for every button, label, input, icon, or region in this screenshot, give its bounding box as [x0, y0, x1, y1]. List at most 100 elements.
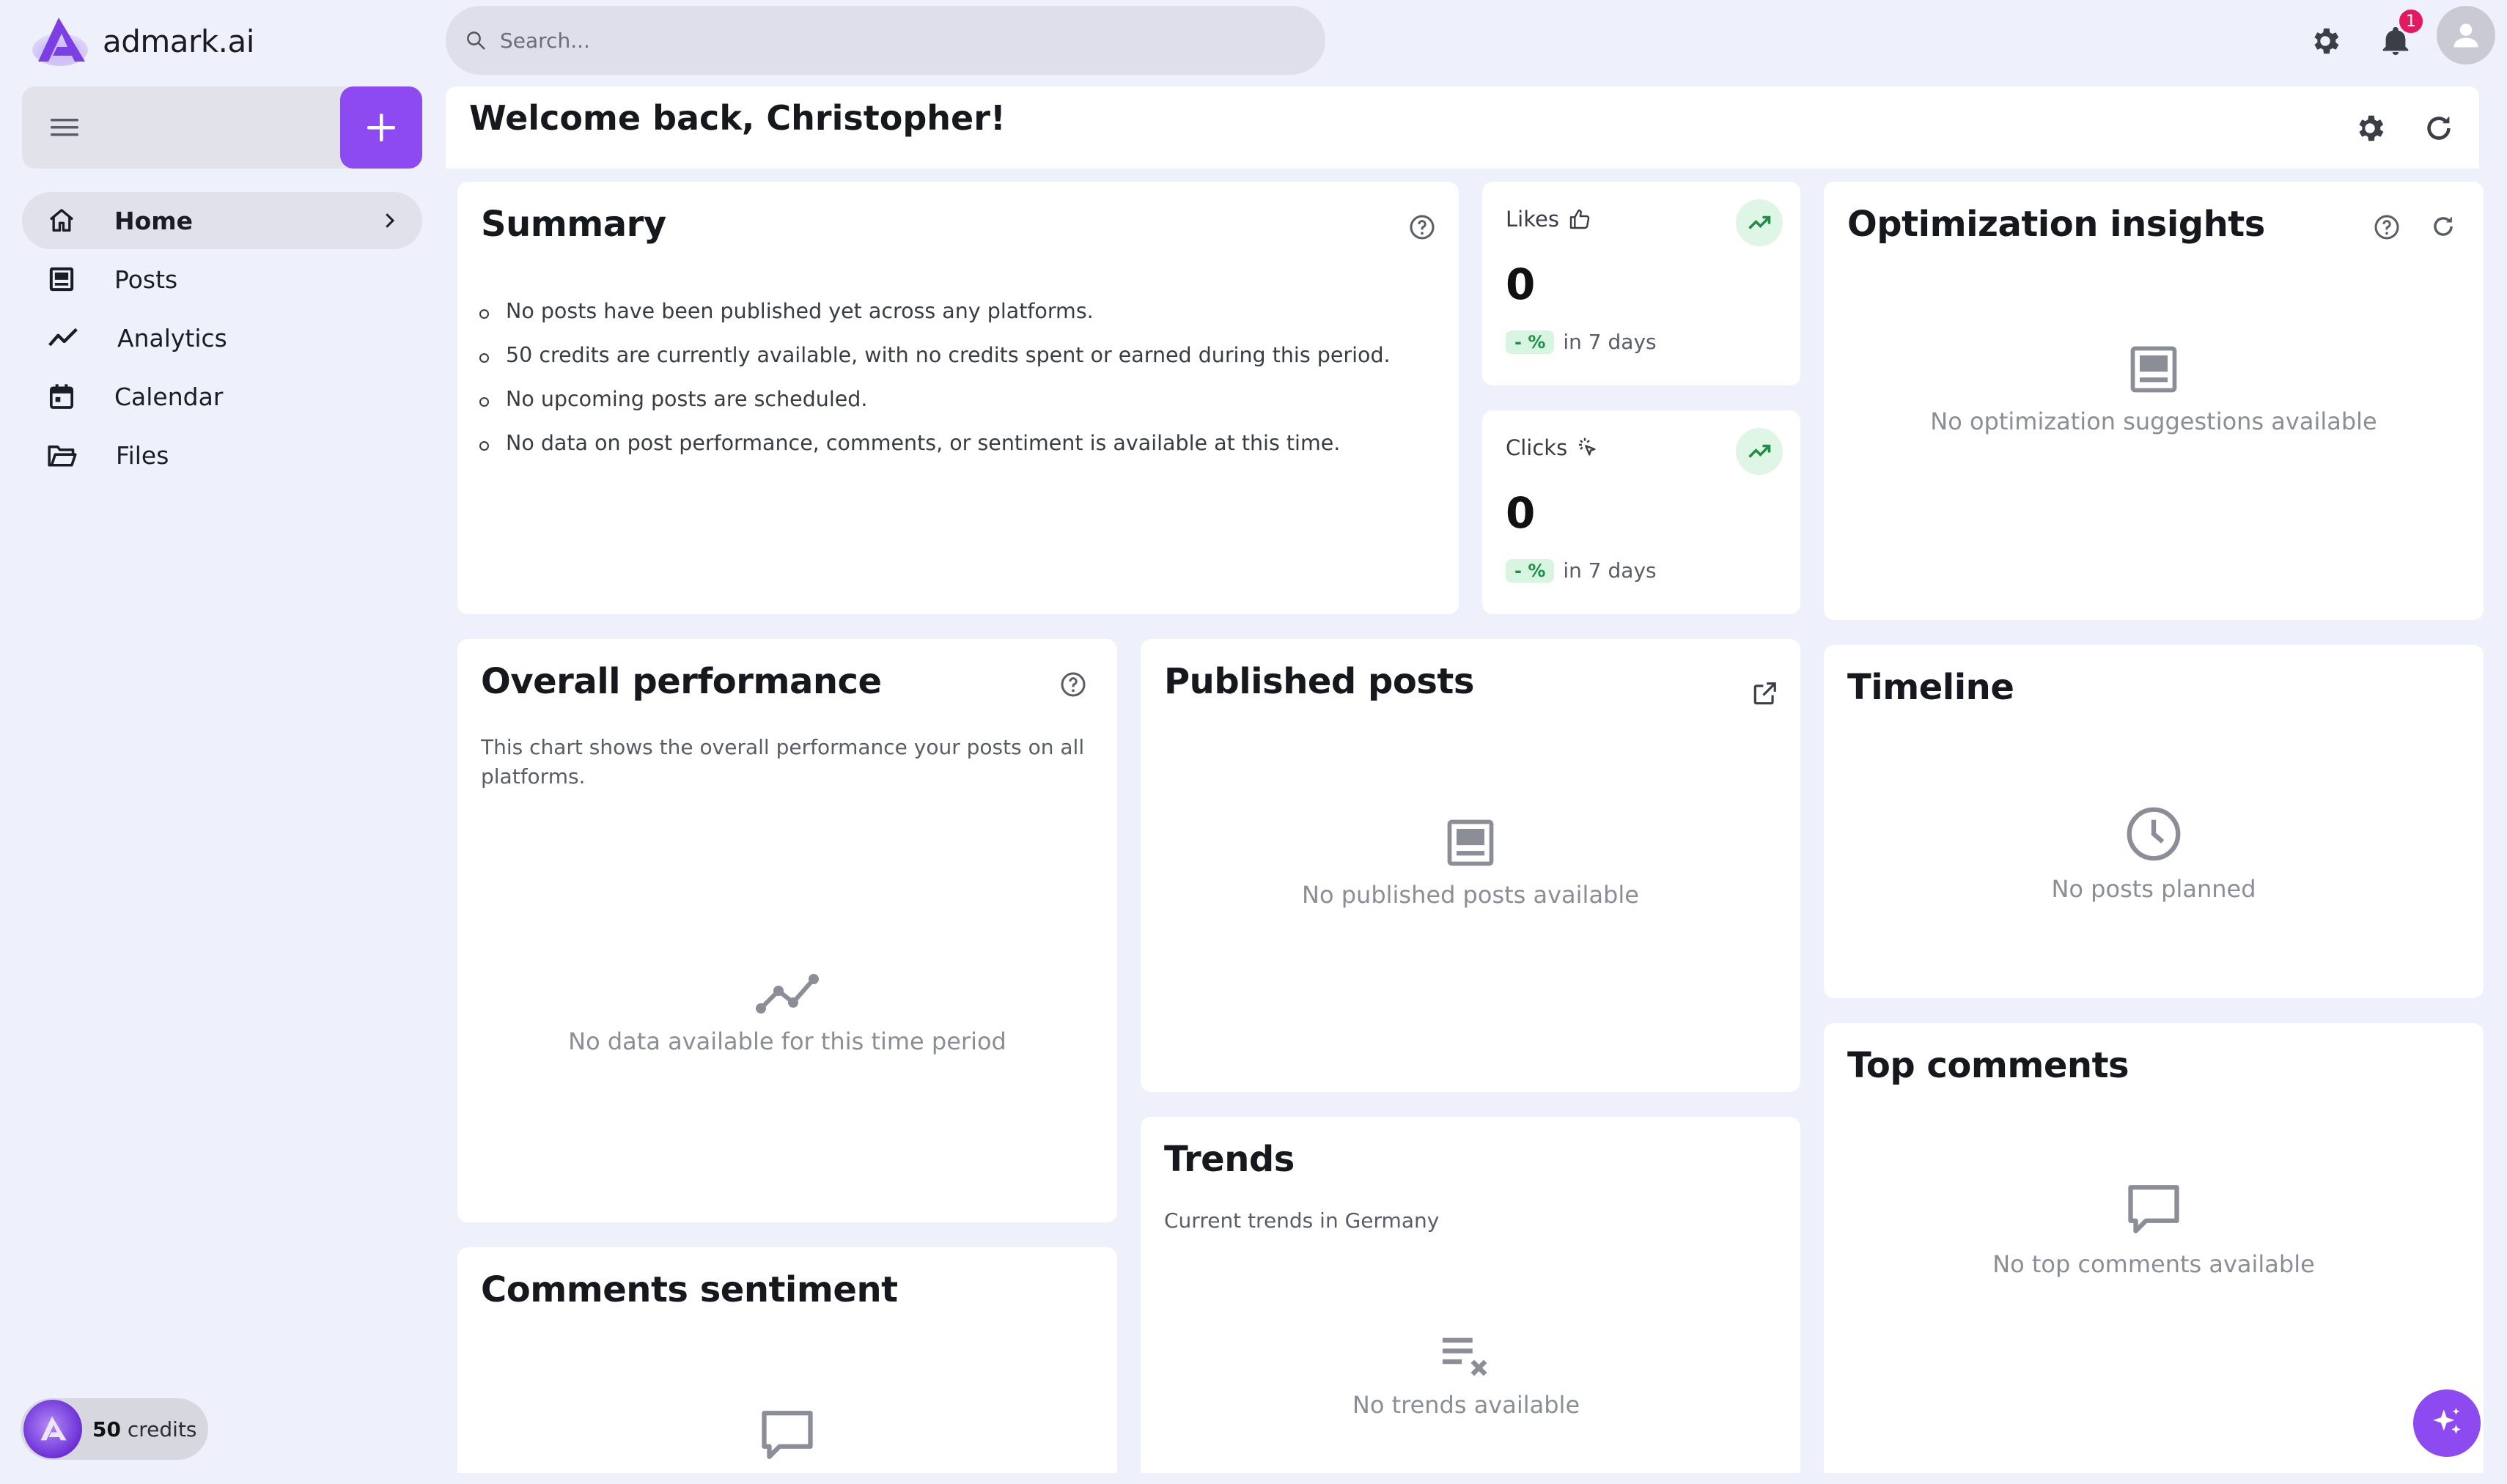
- list-item: No posts have been published yet across …: [479, 299, 1391, 343]
- click-icon: [1579, 438, 1596, 456]
- optimization-card: Optimization insights No optimization su…: [1824, 182, 2484, 620]
- list-item: 50 credits are currently available, with…: [479, 343, 1391, 387]
- create-post-button[interactable]: [340, 86, 422, 169]
- clicks-value: 0: [1506, 488, 1536, 538]
- page-title: Welcome back, Christopher!: [469, 98, 1006, 138]
- optimization-title: Optimization insights: [1847, 204, 2265, 245]
- help-icon: [1061, 672, 1086, 697]
- refresh-icon: [2427, 116, 2451, 140]
- folder-icon: [48, 445, 77, 467]
- help-icon: [2374, 215, 2399, 240]
- top-comments-empty-state: No top comments available: [1824, 1178, 2484, 1278]
- trends-subtitle: Current trends in Germany: [1164, 1208, 1440, 1233]
- sidebar-item-home[interactable]: Home: [22, 192, 422, 249]
- top-comments-title: Top comments: [1847, 1045, 2129, 1086]
- thumbs-up-icon: [1569, 209, 1590, 229]
- trend-up-badge: [1736, 428, 1783, 475]
- trends-empty-text: No trends available: [1352, 1391, 1580, 1419]
- clicks-change-badge: - %: [1506, 558, 1555, 583]
- performance-empty-text: No data available for this time period: [568, 1027, 1006, 1055]
- timeline-empty-state: No posts planned: [1824, 803, 2484, 903]
- notifications-button[interactable]: 1: [2377, 7, 2425, 60]
- search-bar[interactable]: [446, 6, 1325, 75]
- app-name: admark.ai: [103, 23, 254, 59]
- open-published-posts-button[interactable]: [1751, 680, 1778, 711]
- user-avatar[interactable]: [2437, 6, 2495, 64]
- clicks-card: Clicks 0 - % in 7 days: [1482, 410, 1800, 614]
- sidebar-item-label: Analytics: [117, 323, 227, 352]
- clicks-label: Clicks: [1506, 435, 1568, 460]
- app-logo[interactable]: admark.ai: [29, 13, 254, 69]
- performance-help-button[interactable]: [1059, 670, 1088, 702]
- trends-title: Trends: [1164, 1139, 1295, 1180]
- sidebar-item-files[interactable]: Files: [22, 427, 422, 484]
- performance-description: This chart shows the overall performance…: [481, 735, 1085, 789]
- comment-icon: [762, 1411, 813, 1459]
- calendar-icon: [50, 384, 73, 409]
- likes-period: in 7 days: [1563, 330, 1657, 354]
- ai-assistant-button[interactable]: [2413, 1389, 2481, 1457]
- sidebar-item-calendar[interactable]: Calendar: [22, 368, 422, 425]
- search-input[interactable]: [500, 28, 1233, 53]
- sidebar-item-label: Calendar: [114, 382, 224, 411]
- published-title: Published posts: [1164, 661, 1474, 702]
- sidebar-item-analytics[interactable]: Analytics: [22, 309, 422, 366]
- likes-label: Likes: [1506, 207, 1559, 232]
- gear-icon: [2314, 28, 2339, 54]
- performance-title: Overall performance: [481, 661, 882, 702]
- sentiment-card: Comments sentiment: [457, 1247, 1117, 1473]
- timeline-title: Timeline: [1847, 667, 2014, 708]
- clear-list-icon: [1442, 1337, 1487, 1376]
- sidebar-item-posts[interactable]: Posts: [22, 251, 422, 308]
- refresh-icon: [2434, 216, 2453, 236]
- published-empty-state: No published posts available: [1141, 815, 1800, 909]
- likes-value: 0: [1506, 259, 1536, 309]
- trends-empty-state: No trends available: [1141, 1329, 1800, 1419]
- optimization-empty-state: No optimization suggestions available: [1824, 342, 2484, 435]
- sparkles-icon: [2433, 1408, 2461, 1434]
- clicks-period: in 7 days: [1563, 558, 1657, 583]
- trends-card: Trends Current trends in Germany No tren…: [1141, 1117, 1800, 1473]
- dashboard-settings-button[interactable]: [2353, 111, 2387, 148]
- home-icon: [49, 209, 74, 232]
- top-comments-empty-text: No top comments available: [1992, 1250, 2315, 1278]
- clock-icon: [2127, 807, 2181, 861]
- settings-button[interactable]: [2306, 22, 2344, 60]
- trending-up-icon: [1748, 444, 1771, 458]
- welcome-header: Welcome back, Christopher!: [446, 86, 2479, 169]
- credits-logo-icon: [23, 1400, 82, 1458]
- sentiment-empty-state: [457, 1404, 1117, 1469]
- gear-icon: [2359, 115, 2384, 141]
- published-posts-card: Published posts No published posts avail…: [1141, 639, 1800, 1092]
- menu-toggle-button[interactable]: [44, 108, 85, 147]
- external-link-icon: [1753, 682, 1776, 705]
- admark-logo-icon: [32, 18, 88, 66]
- performance-empty-state: No data available for this time period: [457, 970, 1117, 1055]
- likes-card: Likes 0 - % in 7 days: [1482, 182, 1800, 385]
- notification-badge: 1: [2397, 7, 2425, 35]
- optimization-refresh-button[interactable]: [2429, 213, 2457, 243]
- trend-up-badge: [1736, 199, 1783, 246]
- comment-icon: [2128, 1185, 2179, 1233]
- performance-card: Overall performance This chart shows the…: [457, 639, 1117, 1222]
- plus-icon: [367, 114, 395, 141]
- credits-label: credits: [127, 1417, 197, 1441]
- hamburger-icon: [51, 119, 78, 136]
- top-comments-card: Top comments No top comments available: [1824, 1023, 2484, 1473]
- list-item: No data on post performance, comments, o…: [479, 431, 1391, 475]
- sentiment-title: Comments sentiment: [481, 1269, 898, 1310]
- optimization-help-button[interactable]: [2372, 213, 2401, 245]
- credits-amount: 50: [92, 1417, 121, 1441]
- article-icon: [1447, 819, 1494, 866]
- list-item: No upcoming posts are scheduled.: [479, 387, 1391, 431]
- sidebar-item-label: Posts: [114, 265, 178, 294]
- optimization-empty-text: No optimization suggestions available: [1930, 407, 2377, 435]
- summary-title: Summary: [481, 204, 666, 245]
- chevron-right-icon: [386, 213, 395, 228]
- refresh-button[interactable]: [2422, 111, 2456, 148]
- trending-up-icon: [1748, 215, 1771, 229]
- summary-help-button[interactable]: [1407, 213, 1437, 245]
- sidebar-item-label: Home: [114, 206, 194, 235]
- article-icon: [2130, 346, 2177, 393]
- credits-pill[interactable]: 50 credits: [21, 1398, 208, 1460]
